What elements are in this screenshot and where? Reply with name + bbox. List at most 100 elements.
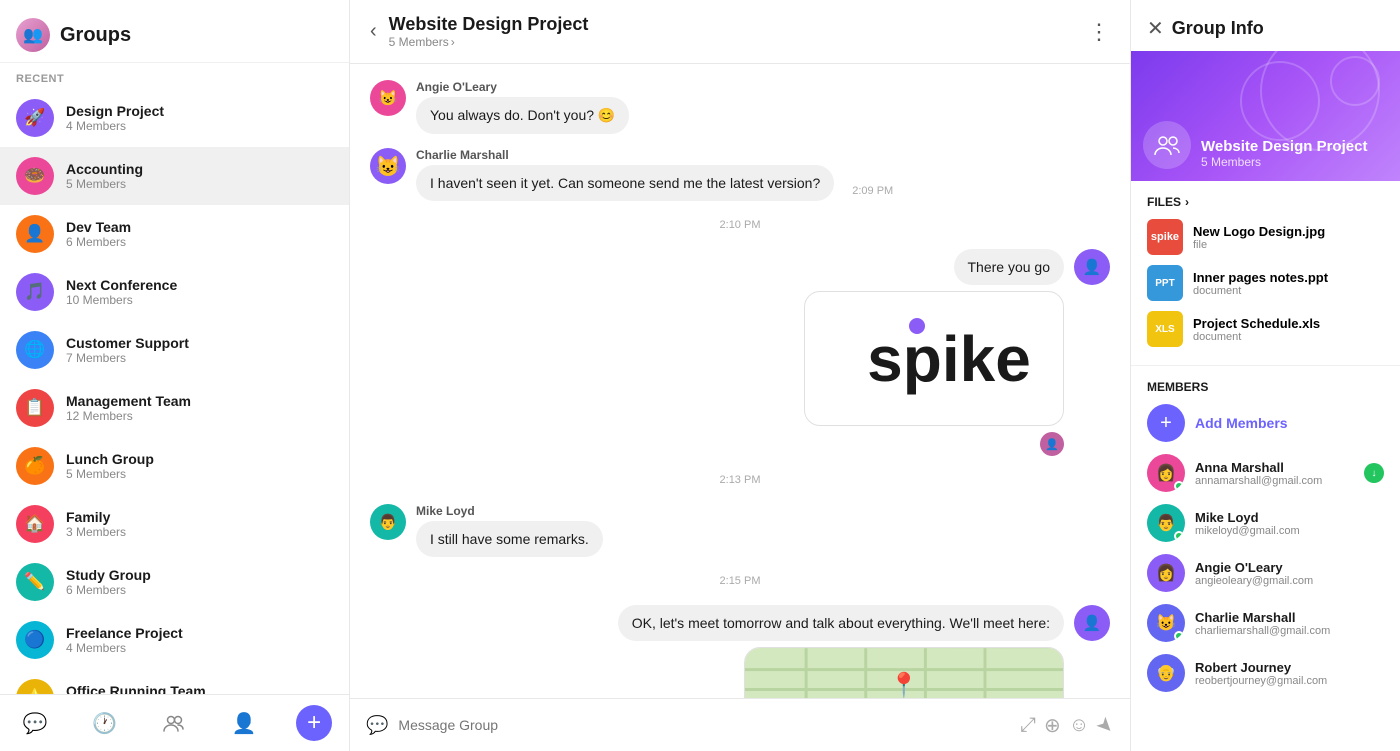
group-name: Freelance Project	[66, 625, 333, 641]
sidebar-group-item-next-conference[interactable]: 🎵 Next Conference 10 Members	[0, 263, 349, 321]
chat-title-area: Website Design Project 5 Members ›	[389, 14, 1076, 49]
avatar: 👤	[1074, 605, 1110, 641]
group-info: Management Team 12 Members	[66, 393, 333, 423]
download-badge: ↓	[1364, 463, 1384, 483]
file-type: document	[1193, 331, 1320, 343]
group-info: Design Project 4 Members	[66, 103, 333, 133]
seen-avatar: 👤	[1040, 432, 1064, 456]
outgoing-content: OK, let's meet tomorrow and talk about e…	[618, 605, 1064, 698]
chat-title: Website Design Project	[389, 14, 1076, 35]
message-input[interactable]	[398, 709, 1010, 741]
group-info: Customer Support 7 Members	[66, 335, 333, 365]
files-section-title[interactable]: FILES ›	[1147, 195, 1384, 209]
time-divider: 2:10 PM	[370, 219, 1110, 231]
bottom-nav: 💬 🕐 👤 +	[0, 694, 349, 751]
file-thumb: XLS	[1147, 311, 1183, 347]
group-avatar: 🏠	[16, 505, 54, 543]
group-name: Accounting	[66, 161, 333, 177]
group-info: Accounting 5 Members	[66, 161, 333, 191]
file-info: New Logo Design.jpg file	[1193, 224, 1325, 251]
sidebar-group-item-customer-support[interactable]: 🌐 Customer Support 7 Members	[0, 321, 349, 379]
sidebar-group-item-family[interactable]: 🏠 Family 3 Members	[0, 495, 349, 553]
message-bubble-wrap: Mike Loyd I still have some remarks.	[416, 504, 603, 557]
avatar: 😺	[370, 80, 406, 116]
group-avatar: 🎵	[16, 273, 54, 311]
sidebar-group-item-management-team[interactable]: 📋 Management Team 12 Members	[0, 379, 349, 437]
group-avatar: 🍩	[16, 157, 54, 195]
back-button[interactable]: ‹	[370, 20, 377, 43]
member-avatar: 👨	[1147, 504, 1185, 542]
group-banner: Website Design Project 5 Members	[1131, 51, 1400, 181]
members-section: MEMBERS + Add Members 👩 Anna Marshall an…	[1131, 366, 1400, 718]
sidebar-group-item-design-project[interactable]: 🚀 Design Project 4 Members	[0, 89, 349, 147]
member-item: 👩 Angie O'Leary angieoleary@gmail.com	[1147, 554, 1384, 592]
attach-icon[interactable]: ⊕	[1044, 713, 1061, 738]
message-bubble: I still have some remarks.	[416, 521, 603, 557]
group-name: Lunch Group	[66, 451, 333, 467]
close-button[interactable]: ✕	[1147, 16, 1164, 41]
avatar: 😺	[370, 148, 406, 184]
sidebar-group-item-accounting[interactable]: 🍩 Accounting 5 Members	[0, 147, 349, 205]
nav-groups-icon[interactable]	[156, 705, 192, 741]
group-members-count: 5 Members	[66, 467, 333, 481]
map-thumbnail: 📍	[745, 648, 1063, 698]
group-members-count: 4 Members	[66, 119, 333, 133]
outgoing-content: There you go spike 👤	[804, 249, 1064, 456]
file-name: Project Schedule.xls	[1193, 316, 1320, 331]
emoji-icon[interactable]: ☺	[1069, 714, 1089, 737]
group-members-count: 10 Members	[66, 293, 333, 307]
group-members-count: 5 Members	[66, 177, 333, 191]
more-options-icon[interactable]: ⋮	[1088, 19, 1110, 45]
member-item: 👨 Mike Loyd mikeloyd@gmail.com	[1147, 504, 1384, 542]
member-name: Robert Journey	[1195, 660, 1384, 675]
new-group-button[interactable]: +	[296, 705, 332, 741]
group-avatar: 👤	[16, 215, 54, 253]
add-members-button[interactable]: + Add Members	[1147, 404, 1384, 442]
banner-circle-3	[1330, 56, 1380, 106]
read-receipt: 👤	[1040, 432, 1064, 456]
banner-decoration	[1131, 51, 1400, 181]
time-divider: 2:13 PM	[370, 474, 1110, 486]
online-indicator	[1174, 631, 1184, 641]
members-count[interactable]: 5 Members	[389, 35, 449, 49]
nav-chat-icon[interactable]: 💬	[17, 705, 53, 741]
message-bubble: There you go	[954, 249, 1065, 285]
sidebar-group-item-office-running-team[interactable]: ⭐ Office Running Team 9 Members	[0, 669, 349, 694]
group-name: Customer Support	[66, 335, 333, 351]
group-name: Dev Team	[66, 219, 333, 235]
sidebar-header: 👥 Groups	[0, 0, 349, 63]
sidebar-group-item-freelance-project[interactable]: 🔵 Freelance Project 4 Members	[0, 611, 349, 669]
svg-text:spike: spike	[867, 323, 1031, 395]
file-info: Inner pages notes.ppt document	[1193, 270, 1328, 297]
sidebar-group-item-lunch-group[interactable]: 🍊 Lunch Group 5 Members	[0, 437, 349, 495]
group-info: Office Running Team 9 Members	[66, 683, 333, 694]
file-type: file	[1193, 239, 1325, 251]
sidebar-group-item-dev-team[interactable]: 👤 Dev Team 6 Members	[0, 205, 349, 263]
nav-clock-icon[interactable]: 🕐	[87, 705, 123, 741]
member-email: reobertjourney@gmail.com	[1195, 675, 1384, 687]
group-name: Management Team	[66, 393, 333, 409]
avatar: 👤	[1074, 249, 1110, 285]
file-thumb: PPT	[1147, 265, 1183, 301]
members-section-title: MEMBERS	[1147, 380, 1384, 394]
group-info: Family 3 Members	[66, 509, 333, 539]
message-row: 😺 Angie O'Leary You always do. Don't you…	[370, 80, 1110, 134]
group-name: Next Conference	[66, 277, 333, 293]
member-avatar: 👩	[1147, 454, 1185, 492]
files-label: FILES	[1147, 195, 1181, 209]
expand-icon[interactable]: ⤢	[1020, 714, 1036, 737]
group-info: Lunch Group 5 Members	[66, 451, 333, 481]
sidebar-group-item-study-group[interactable]: ✏️ Study Group 6 Members	[0, 553, 349, 611]
message-bubble-wrap: Charlie Marshall I haven't seen it yet. …	[416, 148, 834, 201]
group-avatar: ⭐	[16, 679, 54, 694]
group-avatar: 📋	[16, 389, 54, 427]
group-avatar: 🚀	[16, 99, 54, 137]
send-button[interactable]: ➤	[1091, 710, 1121, 740]
file-name: Inner pages notes.ppt	[1193, 270, 1328, 285]
group-members-count: 7 Members	[66, 351, 333, 365]
member-avatar: 😺	[1147, 604, 1185, 642]
group-members-count: 6 Members	[66, 583, 333, 597]
message-sender: Charlie Marshall	[416, 148, 834, 162]
message-row: 😺 Charlie Marshall I haven't seen it yet…	[370, 148, 1110, 201]
nav-person-icon[interactable]: 👤	[226, 705, 262, 741]
